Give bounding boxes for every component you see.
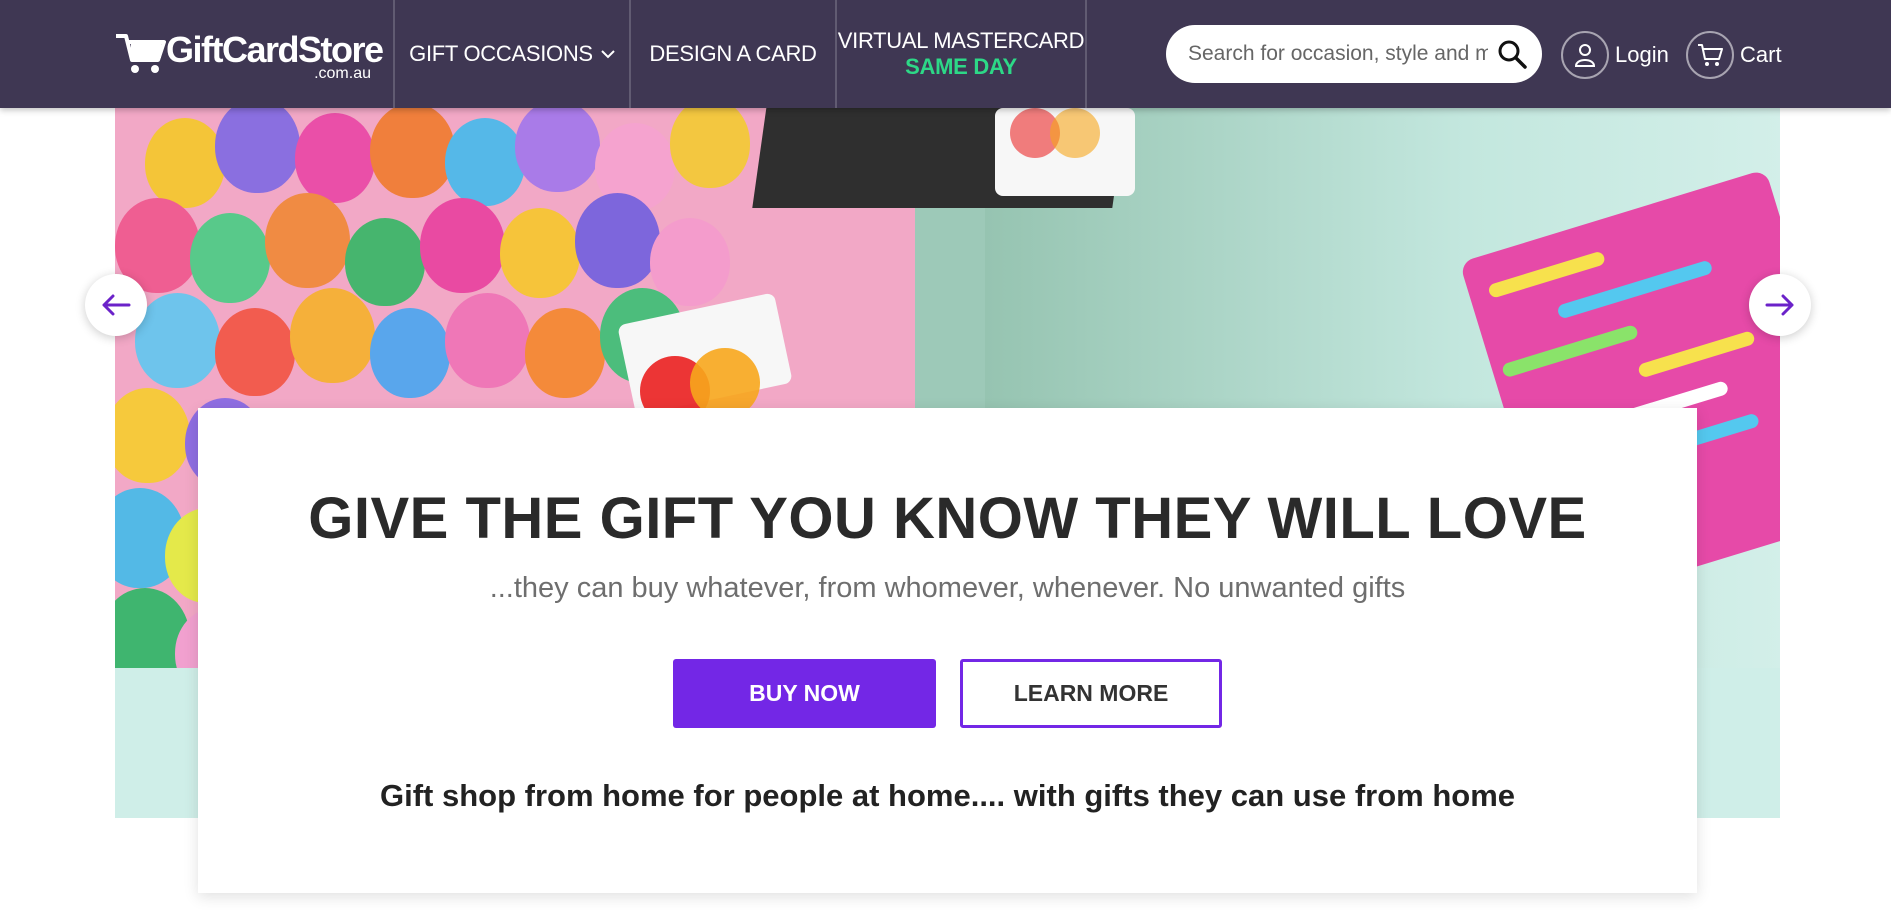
search-input[interactable] (1188, 35, 1488, 73)
user-icon (1561, 31, 1609, 79)
logo[interactable]: GiftCardStore .com.au (114, 30, 384, 82)
arrow-left-icon (102, 294, 131, 316)
login-link[interactable]: Login (1561, 31, 1669, 79)
learn-more-button[interactable]: LEARN MORE (960, 659, 1222, 728)
carousel-next-button[interactable] (1749, 274, 1811, 336)
nav-gift-occasions-label: GIFT OCCASIONS (409, 41, 593, 66)
hero-content-card: GIVE THE GIFT YOU KNOW THEY WILL LOVE ..… (198, 408, 1697, 893)
nav-virtual-mastercard[interactable]: VIRTUAL MASTERCARD SAME DAY (837, 0, 1085, 108)
login-label: Login (1615, 42, 1669, 67)
search-box (1166, 25, 1542, 83)
arrow-right-icon (1765, 294, 1794, 316)
hero-tagline: Gift shop from home for people at home..… (379, 778, 1516, 813)
logo-domain: .com.au (314, 65, 371, 82)
nav-mastercard-sub: SAME DAY (905, 54, 1017, 79)
carousel-prev-button[interactable] (85, 274, 147, 336)
site-header: GiftCardStore .com.au GIFT OCCASIONS DES… (0, 0, 1891, 108)
cart-link[interactable]: Cart (1686, 31, 1782, 79)
nav-design-a-card-label: DESIGN A CARD (649, 41, 817, 66)
logo-text: GiftCardStore (166, 29, 384, 70)
cart-icon (1686, 31, 1734, 79)
hero-subtitle: ...they can buy whatever, from whomever,… (489, 572, 1406, 604)
shopping-cart-logo-icon (116, 34, 166, 73)
chevron-down-icon (601, 49, 615, 58)
search-icon[interactable] (1496, 38, 1528, 70)
nav-gift-occasions[interactable]: GIFT OCCASIONS (395, 0, 629, 108)
nav-divider (1085, 0, 1087, 108)
cart-label: Cart (1740, 42, 1782, 67)
buy-now-button[interactable]: BUY NOW (673, 659, 936, 728)
hero-title: GIVE THE GIFT YOU KNOW THEY WILL LOVE (308, 486, 1587, 551)
nav-mastercard-title: VIRTUAL MASTERCARD (837, 28, 1085, 53)
nav-design-a-card[interactable]: DESIGN A CARD (631, 0, 835, 108)
